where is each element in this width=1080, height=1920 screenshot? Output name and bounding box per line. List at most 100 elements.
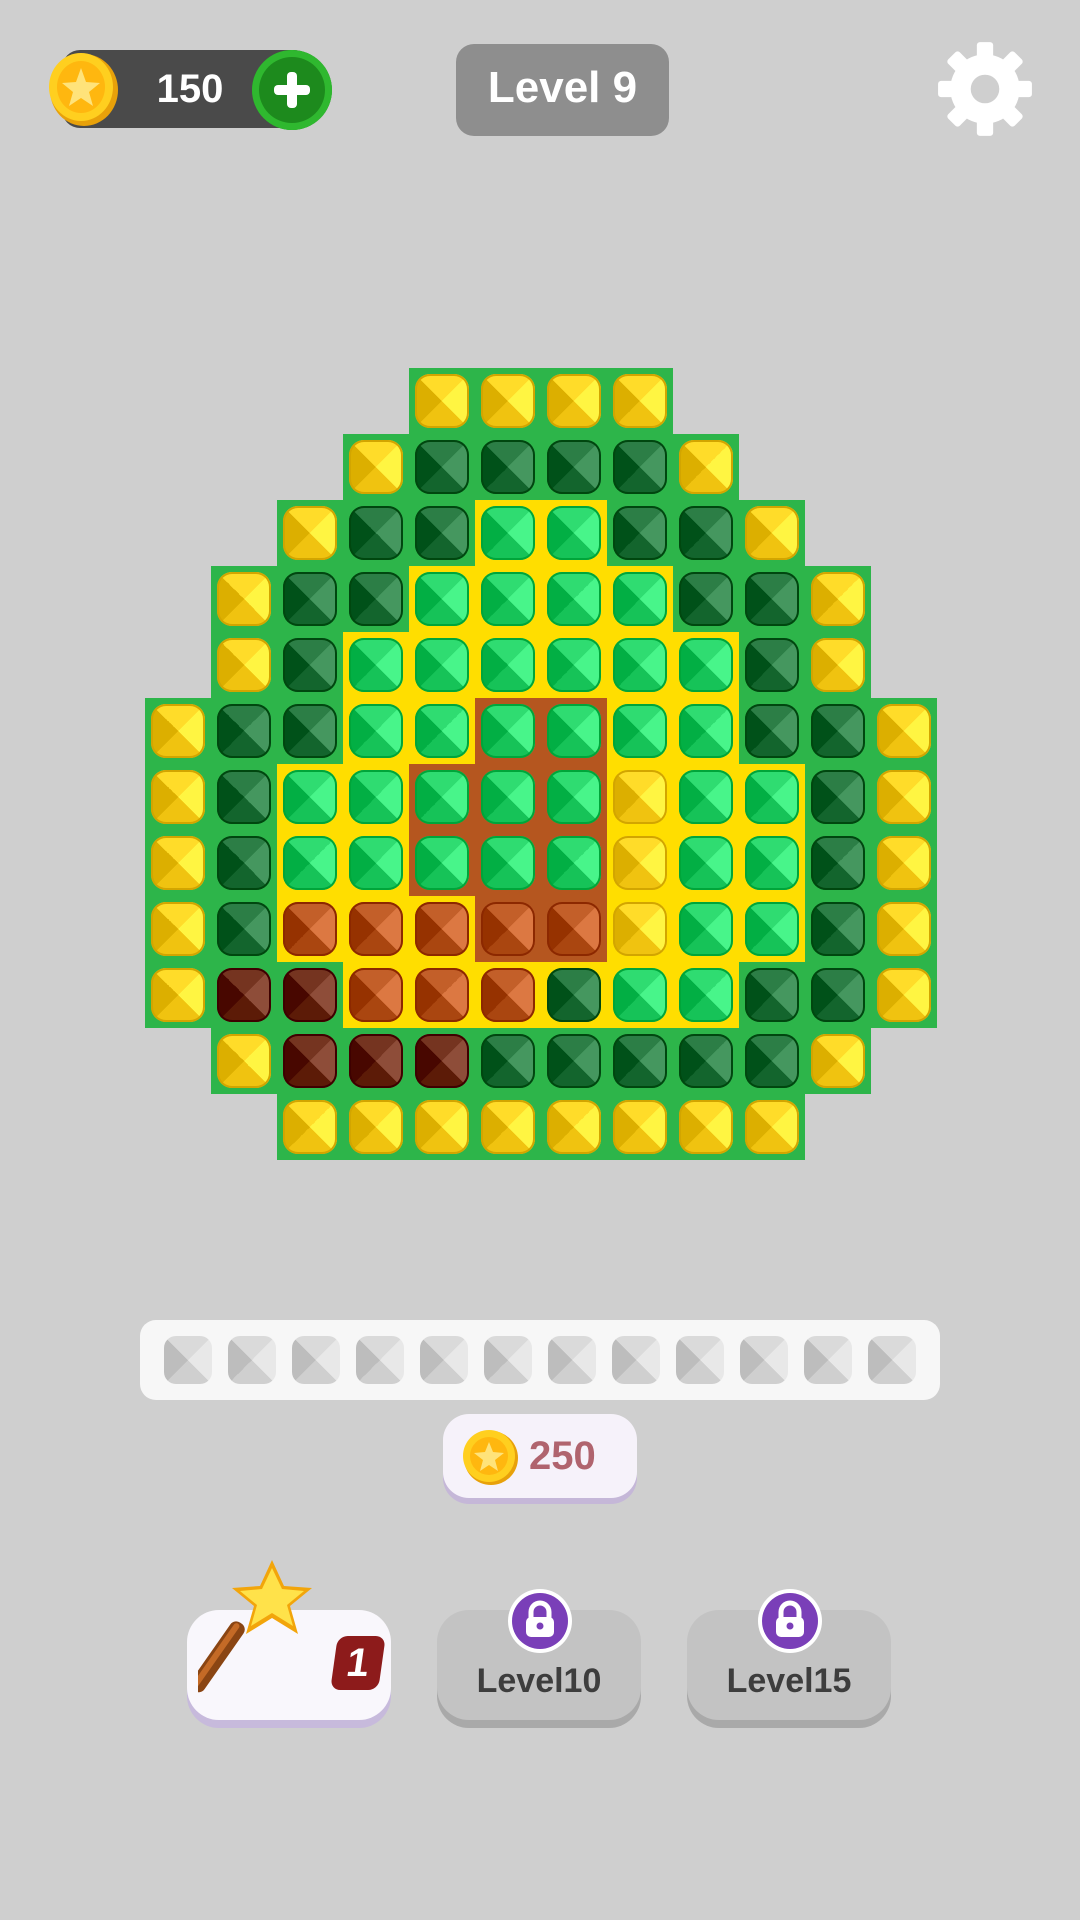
brown-block[interactable] <box>415 1034 469 1088</box>
light-green-block[interactable] <box>547 704 601 758</box>
light-green-block[interactable] <box>481 572 535 626</box>
light-green-block[interactable] <box>745 836 799 890</box>
light-green-block[interactable] <box>481 770 535 824</box>
dark-green-block[interactable] <box>745 638 799 692</box>
dark-green-block[interactable] <box>745 704 799 758</box>
yellow-block[interactable] <box>745 1100 799 1154</box>
light-green-block[interactable] <box>415 572 469 626</box>
light-green-block[interactable] <box>415 704 469 758</box>
dark-green-block[interactable] <box>745 1034 799 1088</box>
dark-green-block[interactable] <box>481 1034 535 1088</box>
yellow-block[interactable] <box>217 638 271 692</box>
light-green-block[interactable] <box>679 770 733 824</box>
light-green-block[interactable] <box>547 506 601 560</box>
dark-green-block[interactable] <box>217 902 271 956</box>
dark-green-block[interactable] <box>745 968 799 1022</box>
yellow-block[interactable] <box>151 704 205 758</box>
yellow-block[interactable] <box>217 1034 271 1088</box>
yellow-block[interactable] <box>613 1100 667 1154</box>
yellow-block[interactable] <box>877 704 931 758</box>
dark-green-block[interactable] <box>811 836 865 890</box>
yellow-block[interactable] <box>151 770 205 824</box>
light-green-block[interactable] <box>283 770 337 824</box>
orange-block[interactable] <box>349 968 403 1022</box>
dark-green-block[interactable] <box>811 902 865 956</box>
light-green-block[interactable] <box>415 638 469 692</box>
yellow-block[interactable] <box>415 374 469 428</box>
light-green-block[interactable] <box>679 704 733 758</box>
yellow-block[interactable] <box>745 506 799 560</box>
light-green-block[interactable] <box>349 836 403 890</box>
yellow-block[interactable] <box>877 968 931 1022</box>
orange-block[interactable] <box>481 968 535 1022</box>
dark-green-block[interactable] <box>811 704 865 758</box>
dark-green-block[interactable] <box>547 440 601 494</box>
light-green-block[interactable] <box>745 902 799 956</box>
yellow-block[interactable] <box>151 968 205 1022</box>
yellow-block[interactable] <box>349 440 403 494</box>
light-green-block[interactable] <box>481 638 535 692</box>
light-green-block[interactable] <box>679 836 733 890</box>
yellow-block[interactable] <box>547 374 601 428</box>
yellow-block[interactable] <box>481 1100 535 1154</box>
brown-block[interactable] <box>283 968 337 1022</box>
light-green-block[interactable] <box>547 638 601 692</box>
yellow-block[interactable] <box>613 902 667 956</box>
yellow-block[interactable] <box>283 1100 337 1154</box>
light-green-block[interactable] <box>679 638 733 692</box>
yellow-block[interactable] <box>547 1100 601 1154</box>
dark-green-block[interactable] <box>217 770 271 824</box>
dark-green-block[interactable] <box>679 572 733 626</box>
yellow-block[interactable] <box>877 836 931 890</box>
light-green-block[interactable] <box>679 968 733 1022</box>
yellow-block[interactable] <box>613 374 667 428</box>
cost-pill[interactable]: 250 <box>443 1414 637 1498</box>
orange-block[interactable] <box>481 902 535 956</box>
dark-green-block[interactable] <box>811 770 865 824</box>
brown-block[interactable] <box>283 1034 337 1088</box>
dark-green-block[interactable] <box>283 638 337 692</box>
light-green-block[interactable] <box>415 770 469 824</box>
orange-block[interactable] <box>415 968 469 1022</box>
light-green-block[interactable] <box>481 506 535 560</box>
dark-green-block[interactable] <box>283 572 337 626</box>
yellow-block[interactable] <box>877 902 931 956</box>
dark-green-block[interactable] <box>415 506 469 560</box>
orange-block[interactable] <box>349 902 403 956</box>
yellow-block[interactable] <box>613 770 667 824</box>
yellow-block[interactable] <box>151 836 205 890</box>
dark-green-block[interactable] <box>481 440 535 494</box>
dark-green-block[interactable] <box>349 572 403 626</box>
light-green-block[interactable] <box>547 836 601 890</box>
yellow-block[interactable] <box>811 1034 865 1088</box>
yellow-block[interactable] <box>613 836 667 890</box>
dark-green-block[interactable] <box>679 506 733 560</box>
yellow-block[interactable] <box>481 374 535 428</box>
yellow-block[interactable] <box>679 1100 733 1154</box>
yellow-block[interactable] <box>349 1100 403 1154</box>
dark-green-block[interactable] <box>547 1034 601 1088</box>
dark-green-block[interactable] <box>745 572 799 626</box>
yellow-block[interactable] <box>217 572 271 626</box>
yellow-block[interactable] <box>877 770 931 824</box>
dark-green-block[interactable] <box>349 506 403 560</box>
light-green-block[interactable] <box>349 638 403 692</box>
dark-green-block[interactable] <box>613 506 667 560</box>
light-green-block[interactable] <box>547 770 601 824</box>
dark-green-block[interactable] <box>217 836 271 890</box>
brown-block[interactable] <box>349 1034 403 1088</box>
dark-green-block[interactable] <box>415 440 469 494</box>
yellow-block[interactable] <box>283 506 337 560</box>
dark-green-block[interactable] <box>217 704 271 758</box>
yellow-block[interactable] <box>811 638 865 692</box>
dark-green-block[interactable] <box>613 440 667 494</box>
orange-block[interactable] <box>547 902 601 956</box>
light-green-block[interactable] <box>547 572 601 626</box>
dark-green-block[interactable] <box>283 704 337 758</box>
orange-block[interactable] <box>283 902 337 956</box>
light-green-block[interactable] <box>283 836 337 890</box>
light-green-block[interactable] <box>415 836 469 890</box>
yellow-block[interactable] <box>811 572 865 626</box>
light-green-block[interactable] <box>745 770 799 824</box>
light-green-block[interactable] <box>481 704 535 758</box>
